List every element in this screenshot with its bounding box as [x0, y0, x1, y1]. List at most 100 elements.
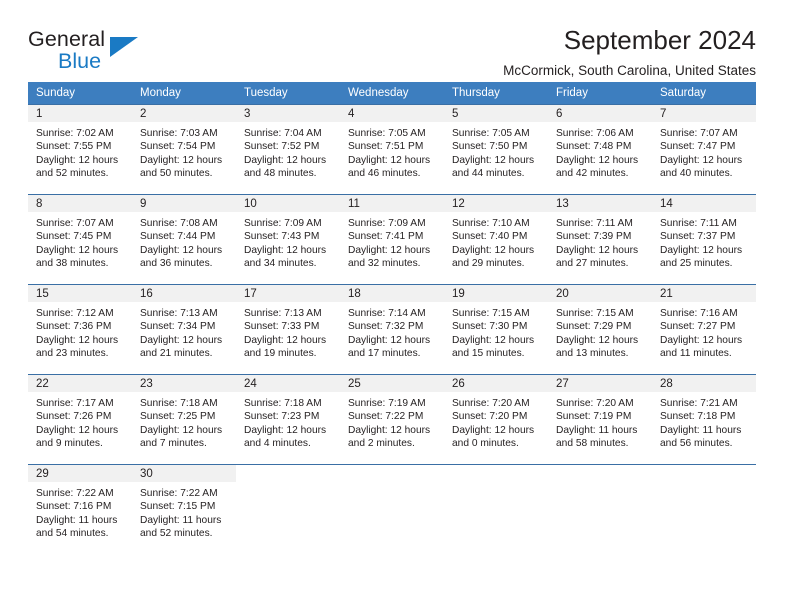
- weekday-header-tuesday: Tuesday: [236, 82, 340, 105]
- day-number: 18: [340, 285, 444, 302]
- page-header: General Blue September 2024 McCormick, S…: [28, 0, 756, 78]
- day-details: Sunrise: 7:07 AM Sunset: 7:47 PM Daylight:…: [652, 122, 756, 180]
- calendar-day-cell[interactable]: 25 Sunrise: 7:19 AM Sunset: 7:22 PM Dayligh…: [340, 374, 444, 465]
- daylight-duration-line2: and 50 minutes.: [140, 167, 213, 179]
- calendar-day-cell[interactable]: 7 Sunrise: 7:07 AM Sunset: 7:47 PM Daylight…: [652, 104, 756, 195]
- calendar-day-cell[interactable]: 21 Sunrise: 7:16 AM Sunset: 7:27 PM Dayligh…: [652, 284, 756, 375]
- calendar-day-cell[interactable]: 6 Sunrise: 7:06 AM Sunset: 7:48 PM Daylight…: [548, 104, 652, 195]
- calendar-day-cell[interactable]: 9 Sunrise: 7:08 AM Sunset: 7:44 PM Daylight…: [132, 194, 236, 285]
- calendar-day-cell[interactable]: 5 Sunrise: 7:05 AM Sunset: 7:50 PM Daylight…: [444, 104, 548, 195]
- logo-triangle-icon: [110, 37, 138, 57]
- page-subtitle: McCormick, South Carolina, United States: [503, 63, 756, 78]
- sunset-time: Sunset: 7:25 PM: [140, 411, 216, 423]
- day-number: 12: [444, 195, 548, 212]
- day-number: 7: [652, 105, 756, 122]
- weekday-header-saturday: Saturday: [652, 82, 756, 105]
- day-details: Sunrise: 7:20 AM Sunset: 7:20 PM Daylight:…: [444, 392, 548, 450]
- sunrise-time: Sunrise: 7:05 AM: [348, 128, 426, 139]
- daylight-duration-line2: and 4 minutes.: [244, 437, 311, 449]
- calendar-day-cell[interactable]: 22 Sunrise: 7:17 AM Sunset: 7:26 PM Dayligh…: [28, 374, 132, 465]
- calendar-day-cell[interactable]: 16 Sunrise: 7:13 AM Sunset: 7:34 PM Dayligh…: [132, 284, 236, 375]
- calendar-day-cell-empty: [652, 464, 756, 553]
- day-number: 17: [236, 285, 340, 302]
- calendar-day-cell[interactable]: 27 Sunrise: 7:20 AM Sunset: 7:19 PM Dayligh…: [548, 374, 652, 465]
- daylight-duration-line2: and 0 minutes.: [452, 437, 519, 449]
- sunset-time: Sunset: 7:40 PM: [452, 231, 528, 243]
- day-details: Sunrise: 7:22 AM Sunset: 7:15 PM Daylight:…: [132, 482, 236, 540]
- calendar-day-cell[interactable]: 18 Sunrise: 7:14 AM Sunset: 7:32 PM Dayligh…: [340, 284, 444, 375]
- calendar-table: Sunday Monday Tuesday Wednesday Thursday…: [28, 82, 756, 553]
- calendar-day-cell[interactable]: 14 Sunrise: 7:11 AM Sunset: 7:37 PM Dayligh…: [652, 194, 756, 285]
- daylight-duration-line2: and 36 minutes.: [140, 257, 213, 269]
- weekday-header-monday: Monday: [132, 82, 236, 105]
- calendar-day-cell[interactable]: 19 Sunrise: 7:15 AM Sunset: 7:30 PM Dayligh…: [444, 284, 548, 375]
- calendar-day-cell[interactable]: 29 Sunrise: 7:22 AM Sunset: 7:16 PM Dayligh…: [28, 464, 132, 553]
- daylight-duration-line2: and 58 minutes.: [556, 437, 629, 449]
- calendar-day-cell[interactable]: 11 Sunrise: 7:09 AM Sunset: 7:41 PM Dayligh…: [340, 194, 444, 285]
- calendar-day-cell[interactable]: 4 Sunrise: 7:05 AM Sunset: 7:51 PM Daylight…: [340, 104, 444, 195]
- calendar-day-cell[interactable]: 24 Sunrise: 7:18 AM Sunset: 7:23 PM Dayligh…: [236, 374, 340, 465]
- weekday-header-thursday: Thursday: [444, 82, 548, 105]
- day-details: Sunrise: 7:03 AM Sunset: 7:54 PM Daylight:…: [132, 122, 236, 180]
- day-details: Sunrise: 7:12 AM Sunset: 7:36 PM Daylight:…: [28, 302, 132, 360]
- calendar-week-row: 22 Sunrise: 7:17 AM Sunset: 7:26 PM Dayligh…: [28, 374, 756, 465]
- calendar-day-cell[interactable]: 28 Sunrise: 7:21 AM Sunset: 7:18 PM Dayligh…: [652, 374, 756, 465]
- calendar-day-cell[interactable]: 30 Sunrise: 7:22 AM Sunset: 7:15 PM Dayligh…: [132, 464, 236, 553]
- daylight-duration-line2: and 27 minutes.: [556, 257, 629, 269]
- daylight-duration-line2: and 21 minutes.: [140, 347, 213, 359]
- day-number: 4: [340, 105, 444, 122]
- sunset-time: Sunset: 7:47 PM: [660, 141, 736, 153]
- daylight-duration-line1: Daylight: 12 hours: [36, 244, 119, 256]
- day-number: [236, 465, 340, 482]
- general-blue-logo[interactable]: General Blue: [28, 28, 158, 76]
- daylight-duration-line1: Daylight: 12 hours: [244, 244, 327, 256]
- daylight-duration-line2: and 2 minutes.: [348, 437, 415, 449]
- calendar-day-cell[interactable]: 8 Sunrise: 7:07 AM Sunset: 7:45 PM Daylight…: [28, 194, 132, 285]
- daylight-duration-line1: Daylight: 12 hours: [36, 154, 119, 166]
- daylight-duration-line2: and 54 minutes.: [36, 527, 109, 539]
- calendar-page: General Blue September 2024 McCormick, S…: [0, 0, 792, 612]
- calendar-day-cell[interactable]: 10 Sunrise: 7:09 AM Sunset: 7:43 PM Dayligh…: [236, 194, 340, 285]
- sunset-time: Sunset: 7:27 PM: [660, 321, 736, 333]
- day-number: 19: [444, 285, 548, 302]
- daylight-duration-line1: Daylight: 12 hours: [348, 244, 431, 256]
- calendar-day-cell[interactable]: 20 Sunrise: 7:15 AM Sunset: 7:29 PM Dayligh…: [548, 284, 652, 375]
- title-block: September 2024 McCormick, South Carolina…: [503, 24, 756, 81]
- day-number: 8: [28, 195, 132, 212]
- day-number: [444, 465, 548, 482]
- day-details: Sunrise: 7:02 AM Sunset: 7:55 PM Daylight:…: [28, 122, 132, 180]
- day-number: 15: [28, 285, 132, 302]
- calendar-day-cell[interactable]: 26 Sunrise: 7:20 AM Sunset: 7:20 PM Dayligh…: [444, 374, 548, 465]
- daylight-duration-line2: and 46 minutes.: [348, 167, 421, 179]
- daylight-duration-line2: and 9 minutes.: [36, 437, 103, 449]
- calendar-day-cell[interactable]: 1 Sunrise: 7:02 AM Sunset: 7:55 PM Daylight…: [28, 104, 132, 195]
- daylight-duration-line1: Daylight: 12 hours: [452, 244, 535, 256]
- daylight-duration-line1: Daylight: 12 hours: [660, 154, 743, 166]
- logo-text-general: General: [28, 27, 106, 51]
- day-number: 30: [132, 465, 236, 482]
- calendar-day-cell[interactable]: 12 Sunrise: 7:10 AM Sunset: 7:40 PM Dayligh…: [444, 194, 548, 285]
- daylight-duration-line1: Daylight: 11 hours: [36, 514, 118, 526]
- calendar-day-cell[interactable]: 17 Sunrise: 7:13 AM Sunset: 7:33 PM Dayligh…: [236, 284, 340, 375]
- calendar-day-cell[interactable]: 3 Sunrise: 7:04 AM Sunset: 7:52 PM Daylight…: [236, 104, 340, 195]
- sunrise-time: Sunrise: 7:09 AM: [244, 218, 322, 229]
- calendar-week-row: 8 Sunrise: 7:07 AM Sunset: 7:45 PM Daylight…: [28, 194, 756, 285]
- daylight-duration-line1: Daylight: 12 hours: [556, 334, 639, 346]
- daylight-duration-line1: Daylight: 12 hours: [452, 154, 535, 166]
- daylight-duration-line1: Daylight: 12 hours: [140, 334, 223, 346]
- calendar-day-cell[interactable]: 2 Sunrise: 7:03 AM Sunset: 7:54 PM Daylight…: [132, 104, 236, 195]
- day-number: 26: [444, 375, 548, 392]
- calendar-day-cell[interactable]: 15 Sunrise: 7:12 AM Sunset: 7:36 PM Dayligh…: [28, 284, 132, 375]
- calendar-day-cell[interactable]: 23 Sunrise: 7:18 AM Sunset: 7:25 PM Dayligh…: [132, 374, 236, 465]
- weekday-header-sunday: Sunday: [28, 82, 132, 105]
- logo-text-blue: Blue: [58, 49, 102, 73]
- daylight-duration-line1: Daylight: 12 hours: [660, 244, 743, 256]
- daylight-duration-line1: Daylight: 12 hours: [140, 424, 223, 436]
- daylight-duration-line1: Daylight: 11 hours: [556, 424, 638, 436]
- calendar-day-cell[interactable]: 13 Sunrise: 7:11 AM Sunset: 7:39 PM Dayligh…: [548, 194, 652, 285]
- daylight-duration-line1: Daylight: 12 hours: [140, 244, 223, 256]
- day-number: 16: [132, 285, 236, 302]
- daylight-duration-line2: and 13 minutes.: [556, 347, 629, 359]
- day-details: Sunrise: 7:13 AM Sunset: 7:33 PM Daylight:…: [236, 302, 340, 360]
- daylight-duration-line1: Daylight: 12 hours: [244, 154, 327, 166]
